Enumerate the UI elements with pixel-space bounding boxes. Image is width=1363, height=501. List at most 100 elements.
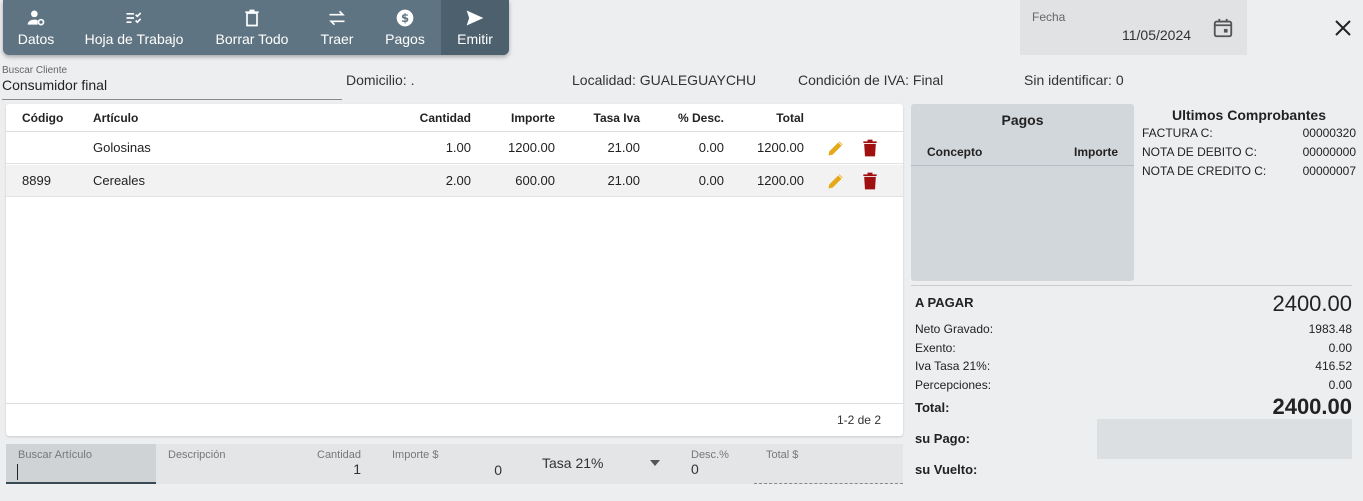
table-row[interactable]: Golosinas 1.00 1200.00 21.00 0.00 1200.0… (6, 132, 903, 164)
total-label: Total $ (766, 449, 799, 461)
tasa-value: Tasa 21% (542, 455, 604, 471)
col-concepto: Concepto (927, 145, 983, 159)
a-pagar-label: A PAGAR (915, 295, 974, 310)
exento-label: Exento: (915, 341, 956, 355)
descripcion-input[interactable]: Descripción (156, 444, 296, 484)
pagos-title: Pagos (1001, 112, 1044, 128)
dollar-circle-icon: $ (396, 9, 414, 27)
comprobante-label: NOTA DE CREDITO C: (1142, 164, 1267, 178)
cell-importe: 600.00 (515, 173, 555, 188)
total-label: Total: (915, 400, 950, 415)
comprobante-value: 00000320 (1302, 126, 1356, 140)
a-pagar-row: A PAGAR 2400.00 (915, 291, 1352, 317)
buscar-cliente-field[interactable]: Buscar Cliente Consumidor final (2, 63, 342, 100)
desc-label: Desc.% (691, 449, 729, 461)
importe-label: Importe $ (392, 449, 439, 461)
domicilio-text: Domicilio: . (346, 72, 415, 88)
traer-button[interactable]: Traer (305, 0, 369, 55)
condicion-iva-text: Condición de IVA: Final (798, 72, 944, 88)
cantidad-label: Cantidad (317, 449, 362, 461)
emitir-button[interactable]: Emitir (441, 0, 509, 55)
article-input-row: Buscar Artículo Descripción Cantidad 1 I… (6, 444, 903, 484)
total-input: Total $ (754, 444, 903, 484)
descripcion-label: Descripción (168, 449, 226, 461)
localidad-text: Localidad: GUALEGUAYCHU (572, 72, 757, 88)
edit-pencil-icon[interactable] (826, 171, 846, 191)
iva-value: 416.52 (1315, 359, 1352, 373)
col-cantidad[interactable]: Cantidad (420, 104, 471, 132)
datos-button[interactable]: Datos (3, 0, 69, 55)
cell-cantidad: 2.00 (445, 173, 471, 188)
cell-importe: 1200.00 (508, 140, 555, 155)
toolbar: Datos Hoja de Trabajo Borrar Todo Traer … (3, 0, 509, 55)
ultimos-comprobantes-title: Ultimos Comprobantes (1171, 107, 1326, 123)
pagos-label: Pagos (385, 31, 425, 47)
percepciones-value: 0.00 (1328, 378, 1352, 392)
su-pago-label: su Pago: (915, 431, 970, 446)
svg-text:$: $ (401, 11, 409, 25)
borrar-todo-button[interactable]: Borrar Todo (199, 0, 305, 55)
comprobante-row: NOTA DE CREDITO C: 00000007 (1138, 164, 1360, 183)
comprobante-label: NOTA DE DEBITO C: (1142, 145, 1257, 159)
col-importe[interactable]: Importe (511, 104, 555, 132)
ultimos-comprobantes-panel: Ultimos Comprobantes FACTURA C: 00000320… (1138, 104, 1360, 183)
cell-articulo: Cereales (93, 173, 146, 188)
percepciones-label: Percepciones: (915, 378, 992, 392)
buscar-cliente-label: Buscar Cliente (2, 65, 68, 76)
su-pago-input[interactable] (1097, 419, 1352, 459)
iva-label: Iva Tasa 21%: (915, 359, 991, 373)
delete-trash-icon[interactable] (860, 138, 880, 158)
close-icon[interactable] (1333, 18, 1353, 38)
cliente-value: Consumidor final (2, 77, 108, 93)
tasa-select[interactable]: Tasa 21% (542, 444, 662, 484)
exento-value: 0.00 (1328, 341, 1352, 355)
col-codigo[interactable]: Código (22, 104, 63, 132)
traer-label: Traer (320, 31, 354, 47)
col-desc[interactable]: % Desc. (678, 104, 724, 132)
buscar-articulo-label: Buscar Artículo (18, 449, 92, 461)
fecha-field[interactable]: Fecha 11/05/2024 (1020, 0, 1247, 55)
pagos-header: Concepto Importe (911, 142, 1134, 166)
comprobante-row: NOTA DE DEBITO C: 00000000 (1138, 145, 1360, 164)
checklist-icon (126, 12, 142, 24)
calendar-icon[interactable] (1212, 17, 1234, 39)
desc-value: 0 (691, 461, 699, 477)
edit-pencil-icon[interactable] (826, 138, 846, 158)
delete-trash-icon[interactable] (860, 171, 880, 191)
col-importe-pagos: Importe (1073, 145, 1118, 159)
emitir-label: Emitir (457, 31, 493, 47)
datos-label: Datos (17, 31, 55, 47)
total-row: Total: 2400.00 (915, 394, 1352, 420)
cell-tasa-iva: 21.00 (607, 173, 640, 188)
chevron-down-icon (650, 460, 660, 466)
comprobante-value: 00000000 (1302, 145, 1356, 159)
importe-input[interactable]: Importe $ 0 (392, 444, 502, 484)
buscar-articulo-input[interactable]: Buscar Artículo (6, 444, 156, 484)
cantidad-input[interactable]: Cantidad 1 (301, 444, 361, 484)
comprobante-row: FACTURA C: 00000320 (1138, 126, 1360, 145)
table-row[interactable]: 8899 Cereales 2.00 600.00 21.00 0.00 120… (6, 165, 903, 197)
pagos-button[interactable]: $ Pagos (369, 0, 441, 55)
send-icon (466, 10, 484, 26)
cell-desc: 0.00 (698, 140, 724, 155)
col-articulo[interactable]: Artículo (93, 104, 138, 132)
pagination-text: 1-2 de 2 (836, 413, 881, 427)
items-table: Código Artículo Cantidad Importe Tasa Iv… (6, 104, 903, 436)
fecha-label: Fecha (1032, 10, 1066, 24)
cell-articulo: Golosinas (93, 140, 151, 155)
col-total[interactable]: Total (776, 104, 804, 132)
col-tasa-iva[interactable]: Tasa Iva (594, 104, 640, 132)
neto-value: 1983.48 (1308, 322, 1352, 336)
swap-icon (329, 10, 345, 26)
importe-value: 0 (494, 462, 502, 478)
table-footer: 1-2 de 2 (6, 403, 903, 436)
borrar-todo-label: Borrar Todo (215, 31, 289, 47)
cell-desc: 0.00 (698, 173, 724, 188)
text-cursor (17, 464, 18, 480)
cell-cantidad: 1.00 (445, 140, 471, 155)
a-pagar-value: 2400.00 (1272, 291, 1352, 316)
cell-total: 1200.00 (757, 173, 804, 188)
table-header: Código Artículo Cantidad Importe Tasa Iv… (6, 104, 903, 132)
desc-input[interactable]: Desc.% 0 (691, 444, 751, 484)
hoja-de-trabajo-button[interactable]: Hoja de Trabajo (69, 0, 199, 55)
